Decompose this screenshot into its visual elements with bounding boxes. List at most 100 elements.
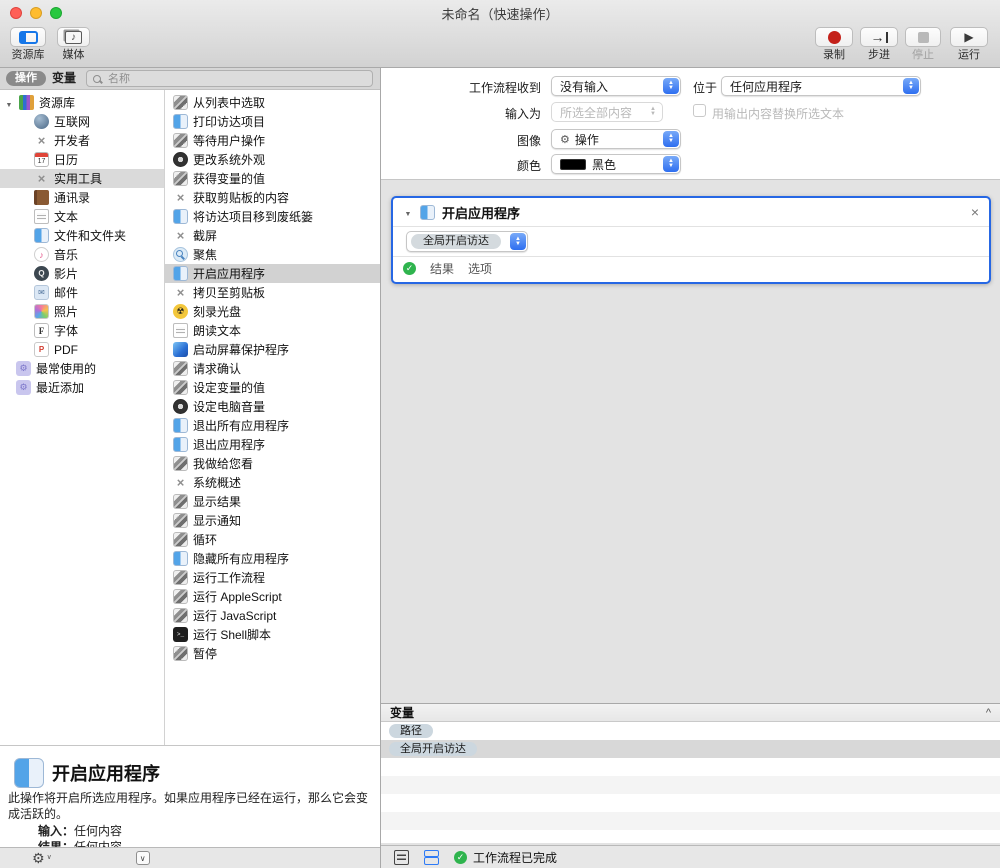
action-list-item[interactable]: 开启应用程序 bbox=[165, 264, 380, 283]
search-field[interactable] bbox=[86, 70, 373, 87]
close-icon[interactable] bbox=[971, 205, 979, 219]
gear-menu-button[interactable] bbox=[32, 851, 52, 865]
image-popup[interactable]: 操作 ▲▼ bbox=[551, 129, 681, 149]
action-list-item[interactable]: 设定电脑音量 bbox=[165, 397, 380, 416]
robot-icon bbox=[173, 589, 188, 604]
category-label: 文件和文件夹 bbox=[54, 227, 126, 244]
action-list-item[interactable]: 获取剪贴板的内容 bbox=[165, 188, 380, 207]
action-list-item[interactable]: 拷贝至剪贴板 bbox=[165, 283, 380, 302]
minimize-window-button[interactable] bbox=[30, 7, 42, 19]
tools-icon bbox=[173, 475, 188, 490]
action-list-item[interactable]: 运行 Shell脚本 bbox=[165, 625, 380, 644]
sidebar-category[interactable]: 音乐 bbox=[0, 245, 164, 264]
action-label: 循环 bbox=[193, 531, 217, 548]
action-list-item[interactable]: 隐藏所有应用程序 bbox=[165, 549, 380, 568]
workflow-action-block[interactable]: 开启应用程序 全局开启访达 ▲▼ 结果 选项 bbox=[391, 196, 991, 284]
action-list-item[interactable]: 显示通知 bbox=[165, 511, 380, 530]
color-popup[interactable]: 黑色 ▲▼ bbox=[551, 154, 681, 174]
sidebar-category[interactable]: 文件和文件夹 bbox=[0, 226, 164, 245]
search-input[interactable] bbox=[106, 72, 366, 86]
action-list-item[interactable]: 退出应用程序 bbox=[165, 435, 380, 454]
variables-header[interactable]: 变量 bbox=[381, 703, 1000, 722]
action-list-item[interactable]: 显示结果 bbox=[165, 492, 380, 511]
variable-row[interactable]: 路径 bbox=[381, 722, 1000, 740]
sidebar-category[interactable]: 实用工具 bbox=[0, 169, 164, 188]
sidebar-category[interactable]: 最常使用的 bbox=[0, 359, 164, 378]
sidebar-category[interactable]: 开发者 bbox=[0, 131, 164, 150]
action-list-item[interactable]: 退出所有应用程序 bbox=[165, 416, 380, 435]
action-list-item[interactable]: 循环 bbox=[165, 530, 380, 549]
action-label: 等待用户操作 bbox=[193, 132, 265, 149]
action-block-body: 全局开启访达 ▲▼ bbox=[393, 227, 989, 257]
sidebar-category[interactable]: 影片 bbox=[0, 264, 164, 283]
sidebar-category[interactable]: 最近添加 bbox=[0, 378, 164, 397]
tab-actions[interactable]: 操作 bbox=[6, 71, 46, 86]
run-button[interactable] bbox=[950, 27, 988, 47]
action-list-item[interactable]: 启动屏幕保护程序 bbox=[165, 340, 380, 359]
category-label: 字体 bbox=[54, 322, 78, 339]
action-label: 拷贝至剪贴板 bbox=[193, 284, 265, 301]
action-list-item[interactable]: 请求确认 bbox=[165, 359, 380, 378]
record-button[interactable] bbox=[815, 27, 853, 47]
in-application-popup[interactable]: 任何应用程序 ▲▼ bbox=[721, 76, 921, 96]
variable-row-empty bbox=[381, 812, 1000, 830]
sidebar-category[interactable]: 资源库 bbox=[0, 93, 164, 112]
log-view-icon[interactable] bbox=[394, 850, 409, 865]
action-list-item[interactable]: 运行 AppleScript bbox=[165, 587, 380, 606]
step-button[interactable] bbox=[860, 27, 898, 47]
run-icon bbox=[964, 28, 973, 46]
workflow-receives-popup[interactable]: 没有输入 ▲▼ bbox=[551, 76, 681, 96]
action-label: 退出应用程序 bbox=[193, 436, 265, 453]
block-view-icon[interactable] bbox=[424, 850, 439, 865]
action-list-item[interactable]: 更改系统外观 bbox=[165, 150, 380, 169]
chevron-up-icon[interactable] bbox=[986, 707, 991, 719]
sidebar-category[interactable]: 日历 bbox=[0, 150, 164, 169]
library-icon bbox=[19, 95, 34, 110]
sidebar-category[interactable]: 文本 bbox=[0, 207, 164, 226]
library-toggle-button[interactable] bbox=[10, 27, 46, 47]
action-label: 打印访达项目 bbox=[193, 113, 265, 130]
action-list-item[interactable]: 打印访达项目 bbox=[165, 112, 380, 131]
disclosure-triangle-icon[interactable] bbox=[403, 203, 413, 221]
variable-token[interactable]: 路径 bbox=[389, 724, 433, 738]
variable-token[interactable]: 全局开启访达 bbox=[389, 742, 477, 756]
action-list-item[interactable]: 截屏 bbox=[165, 226, 380, 245]
action-list-item[interactable]: 运行工作流程 bbox=[165, 568, 380, 587]
sidebar-category[interactable]: 字体 bbox=[0, 321, 164, 340]
action-list-item[interactable]: 获得变量的值 bbox=[165, 169, 380, 188]
action-label: 刻录光盘 bbox=[193, 303, 241, 320]
sidebar-category[interactable]: 通讯录 bbox=[0, 188, 164, 207]
application-popup[interactable]: 全局开启访达 ▲▼ bbox=[406, 231, 528, 252]
action-list-item[interactable]: 系统概述 bbox=[165, 473, 380, 492]
panel-collapse-button[interactable] bbox=[136, 851, 150, 865]
variable-row[interactable]: 全局开启访达 bbox=[381, 740, 1000, 758]
replace-text-checkbox[interactable] bbox=[693, 104, 706, 117]
options-link[interactable]: 选项 bbox=[468, 260, 492, 277]
disclosure-triangle-icon[interactable] bbox=[4, 96, 14, 110]
action-list-item[interactable]: 朗读文本 bbox=[165, 321, 380, 340]
media-button[interactable] bbox=[57, 27, 90, 47]
action-list-item[interactable]: 等待用户操作 bbox=[165, 131, 380, 150]
action-label: 系统概述 bbox=[193, 474, 241, 491]
action-list-item[interactable]: 暂停 bbox=[165, 644, 380, 663]
robot-icon bbox=[173, 380, 188, 395]
media-button-label: 媒体 bbox=[53, 46, 94, 62]
action-list-item[interactable]: 从列表中选取 bbox=[165, 93, 380, 112]
action-list-item[interactable]: 我做给您看 bbox=[165, 454, 380, 473]
action-list-item[interactable]: 聚焦 bbox=[165, 245, 380, 264]
stop-button[interactable] bbox=[905, 27, 941, 47]
results-link[interactable]: 结果 bbox=[430, 260, 454, 277]
action-list-item[interactable]: 刻录光盘 bbox=[165, 302, 380, 321]
action-list-item[interactable]: 设定变量的值 bbox=[165, 378, 380, 397]
description-body: 此操作将开启所选应用程序。如果应用程序已经在运行，那么它会变成活跃的。 bbox=[8, 790, 374, 822]
zoom-window-button[interactable] bbox=[50, 7, 62, 19]
tab-variables[interactable]: 变量 bbox=[52, 71, 76, 86]
action-list-item[interactable]: 运行 JavaScript bbox=[165, 606, 380, 625]
sidebar-category[interactable]: PDF bbox=[0, 340, 164, 359]
robot-icon bbox=[173, 608, 188, 623]
sidebar-category[interactable]: 照片 bbox=[0, 302, 164, 321]
sidebar-category[interactable]: 互联网 bbox=[0, 112, 164, 131]
sidebar-category[interactable]: 邮件 bbox=[0, 283, 164, 302]
close-window-button[interactable] bbox=[10, 7, 22, 19]
action-list-item[interactable]: 将访达项目移到废纸篓 bbox=[165, 207, 380, 226]
